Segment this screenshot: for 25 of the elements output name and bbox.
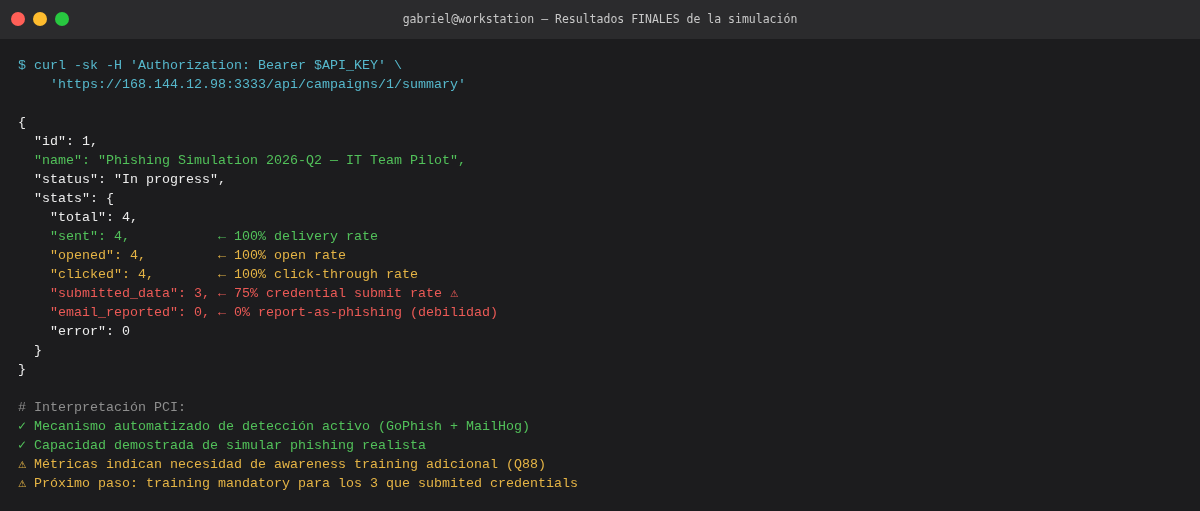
output-line: } <box>18 361 26 379</box>
minimize-icon[interactable] <box>33 12 47 26</box>
output-line: "id": 1, <box>33 133 98 151</box>
command-line: $ curl -sk -H 'Authorization: Bearer $API_KEY' \ <box>18 57 402 75</box>
output-line: "name": "Phishing Simulation 2026-Q2 — IT Team Pilot", <box>33 152 466 170</box>
output-line: "total": 4, <box>49 209 138 227</box>
output-line: "stats": { <box>33 190 114 208</box>
output-line: ⚠ Métricas indican necesidad de awareness training adicional (Q88) <box>18 456 546 474</box>
command-line: 'https://168.144.12.98:3333/api/campaigns/1/summary' <box>49 76 466 94</box>
output-line: "clicked": 4, ← 100% click-through rate <box>49 266 418 284</box>
output-line: "status": "In progress", <box>33 171 226 189</box>
output-line: ✓ Mecanismo automatizado de detección activo (GoPhish + MailHog) <box>18 418 530 436</box>
output-line: "opened": 4, ← 100% open rate <box>49 247 346 265</box>
comment-line: # Interpretación PCI: <box>18 399 186 417</box>
maximize-icon[interactable] <box>55 12 69 26</box>
output-line: "email_reported": 0, ← 0% report-as-phishing (debilidad) <box>49 304 498 322</box>
close-icon[interactable] <box>11 12 25 26</box>
output-line: "submitted_data": 3, ← 75% credential submit rate ⚠ <box>49 285 458 303</box>
output-line: ⚠ Próximo paso: training mandatory para los 3 que submited credentials <box>18 475 578 493</box>
output-line: "error": 0 <box>49 323 130 341</box>
output-line: "sent": 4, ← 100% delivery rate <box>49 228 378 246</box>
output-line: { <box>18 114 26 132</box>
output-line: } <box>33 342 42 360</box>
window-title: gabriel@workstation — Resultados FINALES de la simulación <box>402 10 798 28</box>
output-line: ✓ Capacidad demostrada de simular phishing realista <box>18 437 426 455</box>
